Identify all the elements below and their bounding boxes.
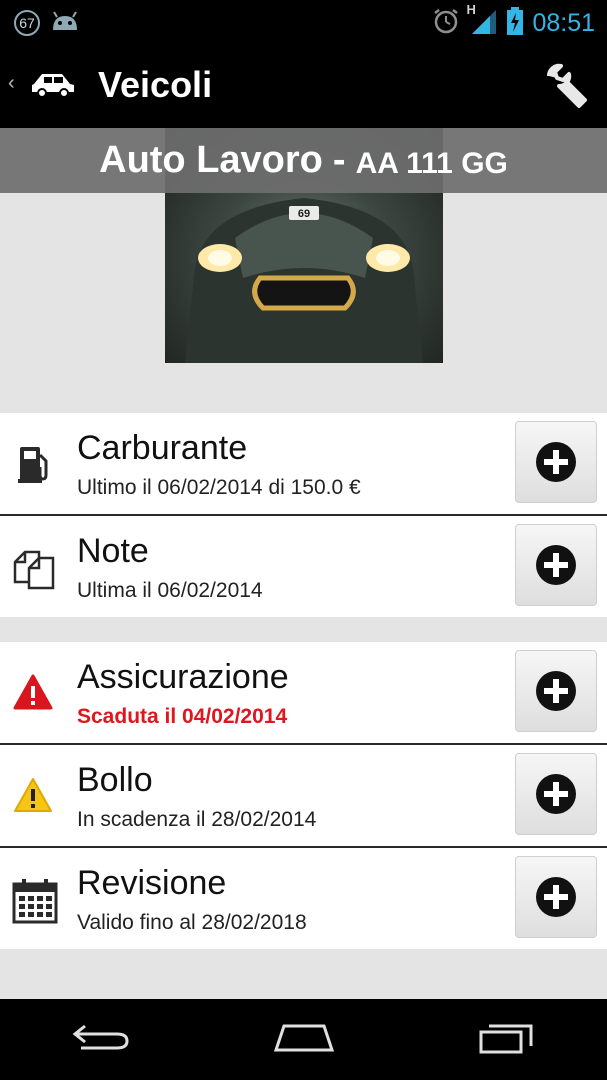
action-bar-title: Veicoli (98, 64, 213, 105)
fuel-pump-icon (12, 443, 54, 485)
notes-icon (12, 546, 55, 590)
status-bar: 67 H 08:51 (0, 0, 607, 44)
android-icon (50, 8, 80, 37)
list-item-title: Note (77, 532, 149, 570)
list-item-inspection[interactable]: Revisione Valido fino al 28/02/2018 (0, 848, 607, 949)
add-icon (536, 545, 576, 585)
list-item-subtitle: Valido fino al 28/02/2018 (77, 911, 307, 934)
list-item-fuel[interactable]: Carburante Ultimo il 06/02/2014 di 150.0… (0, 413, 607, 514)
vehicle-separator: - (332, 139, 346, 181)
error-triangle-icon (12, 672, 54, 714)
action-bar: ‹ Veicoli (0, 44, 607, 128)
list-item-title: Revisione (77, 864, 227, 902)
add-icon (536, 442, 576, 482)
network-type-label: H (466, 2, 476, 17)
list-item-subtitle: In scadenza il 28/02/2014 (77, 808, 317, 831)
home-icon[interactable] (272, 1020, 336, 1059)
list-item-subtitle: Ultima il 06/02/2014 (77, 579, 263, 602)
add-inspection-button[interactable] (515, 856, 597, 938)
notification-count-badge: 67 (14, 9, 40, 36)
add-tax-button[interactable] (515, 753, 597, 835)
vehicle-name: Auto Lavoro (99, 139, 323, 181)
list-item-subtitle: Ultimo il 06/02/2014 di 150.0 € (77, 476, 361, 499)
list-item-title: Assicurazione (77, 658, 289, 696)
signal-icon: H (466, 2, 498, 41)
navigation-bar (0, 999, 607, 1080)
battery-icon (506, 6, 524, 41)
race-number: 69 (298, 208, 310, 220)
wrench-icon[interactable] (541, 62, 589, 115)
list-item-insurance[interactable]: Assicurazione Scaduta il 04/02/2014 (0, 642, 607, 743)
car-icon (30, 70, 76, 103)
home-up-button[interactable]: ‹ (0, 44, 90, 128)
add-insurance-button[interactable] (515, 650, 597, 732)
list-item-subtitle: Scaduta il 04/02/2014 (77, 705, 288, 728)
list-item-title: Carburante (77, 429, 248, 467)
warning-triangle-icon (12, 775, 54, 817)
status-bar-right: H 08:51 (432, 2, 595, 41)
list-item-notes[interactable]: Note Ultima il 06/02/2014 (0, 516, 607, 617)
recent-apps-icon[interactable] (477, 1020, 537, 1059)
add-icon (536, 774, 576, 814)
alarm-icon (432, 7, 460, 40)
chevron-left-icon: ‹ (8, 72, 15, 94)
status-bar-left: 67 (14, 8, 80, 37)
list-item-tax[interactable]: Bollo In scadenza il 28/02/2014 (0, 745, 607, 846)
add-icon (536, 671, 576, 711)
vehicle-header: Auto Lavoro - AA 111 GG (0, 128, 607, 193)
list-item-title: Bollo (77, 761, 153, 799)
clock: 08:51 (532, 9, 595, 37)
add-fuel-button[interactable] (515, 421, 597, 503)
calendar-icon (12, 878, 58, 924)
back-icon[interactable] (71, 1020, 131, 1059)
add-note-button[interactable] (515, 524, 597, 606)
vehicle-plate: AA 111 GG (355, 146, 508, 180)
add-icon (536, 877, 576, 917)
